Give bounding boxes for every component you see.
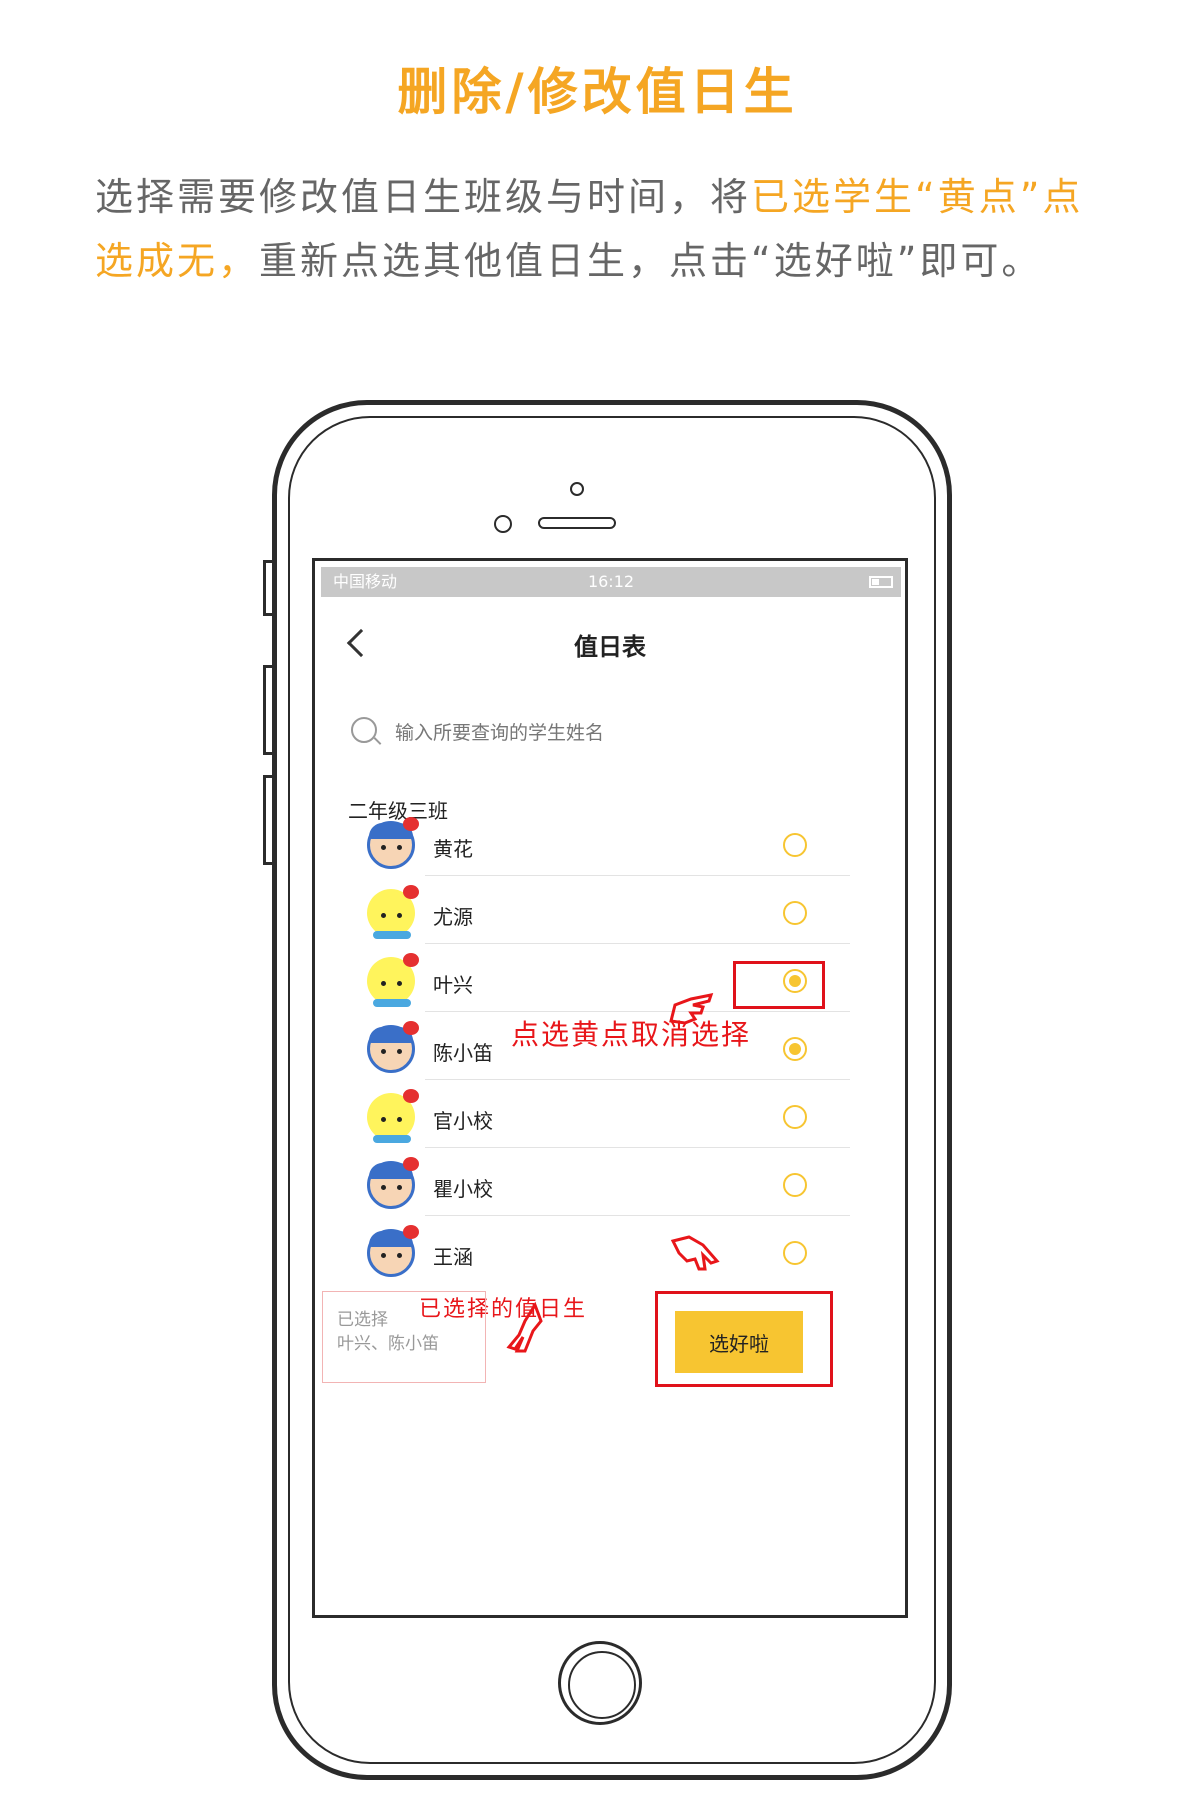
student-radio[interactable]: [783, 1173, 807, 1197]
student-name: 官小校: [433, 1109, 493, 1133]
page-title: 删除/修改值日生: [397, 63, 798, 121]
avatar: [363, 885, 421, 943]
student-name: 黄花: [433, 837, 473, 861]
row-divider: [425, 943, 850, 944]
volume-down-button: [263, 775, 272, 865]
search-icon[interactable]: [351, 717, 377, 743]
student-name: 叶兴: [433, 973, 473, 997]
student-name: 陈小笛: [433, 1041, 493, 1065]
earpiece-speaker: [538, 517, 616, 529]
pointing-hand-icon: [506, 1301, 543, 1353]
search-input[interactable]: 输入所要查询的学生姓名: [395, 718, 604, 745]
student-radio[interactable]: [783, 1241, 807, 1265]
avatar: [363, 953, 421, 1011]
row-divider: [425, 875, 850, 876]
confirm-button[interactable]: 选好啦: [675, 1311, 803, 1373]
student-radio[interactable]: [783, 901, 807, 925]
front-camera: [570, 482, 584, 496]
radio-highlight-box: [733, 961, 825, 1009]
battery-icon: [869, 576, 893, 588]
selected-names: 叶兴、陈小笛: [337, 1334, 439, 1354]
pointing-hand-icon: [669, 993, 714, 1025]
mute-switch: [263, 560, 272, 616]
student-name: 瞿小校: [433, 1177, 493, 1201]
avatar: [363, 817, 421, 875]
app-screen: 中国移动 16:12 值日表 输入所要查询的学生姓名 二年级三班 黄花 尤源 叶兴陈…: [312, 558, 908, 1618]
student-row[interactable]: 王涵: [345, 1215, 850, 1297]
avatar: [363, 1157, 421, 1215]
student-radio[interactable]: [783, 833, 807, 857]
status-bar: 中国移动 16:12: [321, 567, 901, 597]
student-name: 王涵: [433, 1245, 473, 1269]
avatar: [363, 1089, 421, 1147]
row-divider: [425, 1079, 850, 1080]
desc-text-2: 重新点选其他值日生，点击“选好啦”即可。: [259, 239, 1043, 283]
pointing-hand-icon: [670, 1235, 720, 1271]
row-divider: [425, 1011, 850, 1012]
student-radio[interactable]: [783, 1037, 807, 1061]
status-time: 16:12: [587, 572, 635, 591]
volume-up-button: [263, 665, 272, 755]
student-radio[interactable]: [783, 1105, 807, 1129]
page-description: 选择需要修改值日生班级与时间，将已选学生“黄点”点选成无，重新点选其他值日生，点…: [95, 165, 1115, 293]
avatar: [363, 1225, 421, 1283]
proximity-sensor: [494, 515, 512, 533]
desc-text-1: 选择需要修改值日生班级与时间，将: [95, 175, 752, 219]
student-name: 尤源: [433, 905, 473, 929]
selected-label: 已选择: [337, 1310, 388, 1330]
row-divider: [425, 1147, 850, 1148]
home-button[interactable]: [558, 1641, 642, 1725]
nav-title: 值日表: [574, 633, 646, 661]
avatar: [363, 1021, 421, 1079]
row-divider: [425, 1215, 850, 1216]
